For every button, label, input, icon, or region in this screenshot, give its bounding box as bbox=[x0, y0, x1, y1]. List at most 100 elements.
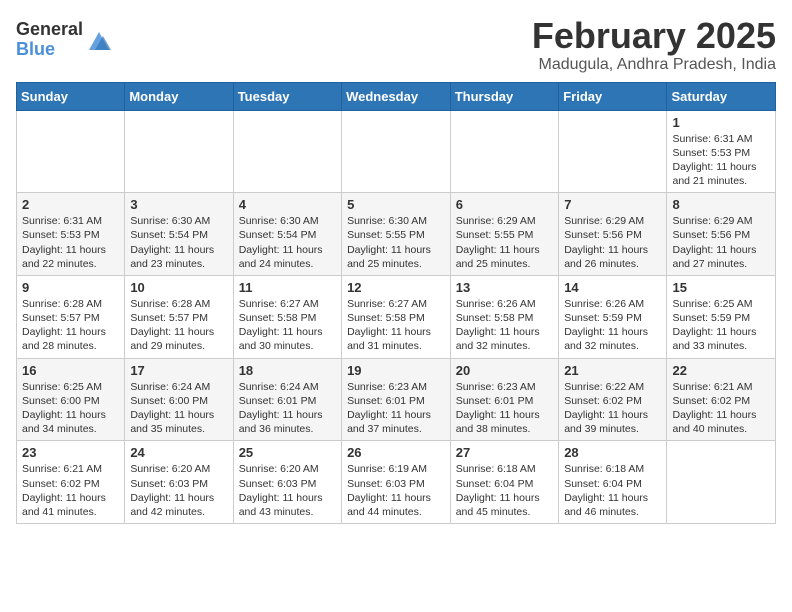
day-info: Sunrise: 6:26 AM Sunset: 5:58 PM Dayligh… bbox=[456, 297, 553, 354]
day-info: Sunrise: 6:20 AM Sunset: 6:03 PM Dayligh… bbox=[130, 462, 227, 519]
calendar-cell: 17 Sunrise: 6:24 AM Sunset: 6:00 PM Dayli… bbox=[125, 358, 233, 441]
day-number: 26 bbox=[347, 445, 445, 460]
subtitle: Madugula, Andhra Pradesh, India bbox=[532, 56, 776, 74]
day-number: 22 bbox=[672, 363, 770, 378]
calendar-cell: 18 Sunrise: 6:24 AM Sunset: 6:01 PM Dayli… bbox=[233, 358, 341, 441]
calendar-header-row: SundayMondayTuesdayWednesdayThursdayFrid… bbox=[17, 82, 776, 110]
day-number: 21 bbox=[564, 363, 661, 378]
day-number: 5 bbox=[347, 197, 445, 212]
day-number: 17 bbox=[130, 363, 227, 378]
calendar-header-sunday: Sunday bbox=[17, 82, 125, 110]
day-number: 10 bbox=[130, 280, 227, 295]
day-number: 14 bbox=[564, 280, 661, 295]
calendar-cell bbox=[233, 110, 341, 193]
main-title: February 2025 bbox=[532, 16, 776, 56]
day-info: Sunrise: 6:21 AM Sunset: 6:02 PM Dayligh… bbox=[672, 380, 770, 437]
day-info: Sunrise: 6:28 AM Sunset: 5:57 PM Dayligh… bbox=[22, 297, 119, 354]
day-info: Sunrise: 6:20 AM Sunset: 6:03 PM Dayligh… bbox=[239, 462, 336, 519]
calendar-cell: 14 Sunrise: 6:26 AM Sunset: 5:59 PM Dayli… bbox=[559, 275, 667, 358]
day-info: Sunrise: 6:27 AM Sunset: 5:58 PM Dayligh… bbox=[347, 297, 445, 354]
calendar-cell bbox=[559, 110, 667, 193]
day-number: 15 bbox=[672, 280, 770, 295]
calendar-cell bbox=[450, 110, 558, 193]
calendar-cell: 26 Sunrise: 6:19 AM Sunset: 6:03 PM Dayli… bbox=[342, 441, 451, 524]
day-number: 4 bbox=[239, 197, 336, 212]
day-info: Sunrise: 6:21 AM Sunset: 6:02 PM Dayligh… bbox=[22, 462, 119, 519]
day-info: Sunrise: 6:29 AM Sunset: 5:55 PM Dayligh… bbox=[456, 214, 553, 271]
logo: General Blue bbox=[16, 20, 113, 60]
day-number: 9 bbox=[22, 280, 119, 295]
day-number: 24 bbox=[130, 445, 227, 460]
calendar-cell bbox=[342, 110, 451, 193]
calendar-cell: 20 Sunrise: 6:23 AM Sunset: 6:01 PM Dayli… bbox=[450, 358, 558, 441]
calendar-header-saturday: Saturday bbox=[667, 82, 776, 110]
calendar-cell: 8 Sunrise: 6:29 AM Sunset: 5:56 PM Daylig… bbox=[667, 193, 776, 276]
day-number: 19 bbox=[347, 363, 445, 378]
day-number: 11 bbox=[239, 280, 336, 295]
calendar-week-row: 1 Sunrise: 6:31 AM Sunset: 5:53 PM Daylig… bbox=[17, 110, 776, 193]
calendar-cell bbox=[125, 110, 233, 193]
calendar-cell bbox=[17, 110, 125, 193]
day-info: Sunrise: 6:25 AM Sunset: 6:00 PM Dayligh… bbox=[22, 380, 119, 437]
calendar-cell: 15Sunrise: 6:25 AM Sunset: 5:59 PM Dayli… bbox=[667, 275, 776, 358]
calendar-cell bbox=[667, 441, 776, 524]
calendar-header-wednesday: Wednesday bbox=[342, 82, 451, 110]
logo-icon bbox=[85, 26, 113, 54]
day-info: Sunrise: 6:23 AM Sunset: 6:01 PM Dayligh… bbox=[456, 380, 553, 437]
calendar-cell: 4 Sunrise: 6:30 AM Sunset: 5:54 PM Daylig… bbox=[233, 193, 341, 276]
day-number: 27 bbox=[456, 445, 553, 460]
calendar-cell: 6Sunrise: 6:29 AM Sunset: 5:55 PM Daylig… bbox=[450, 193, 558, 276]
day-number: 23 bbox=[22, 445, 119, 460]
calendar-cell: 16 Sunrise: 6:25 AM Sunset: 6:00 PM Dayli… bbox=[17, 358, 125, 441]
day-number: 12 bbox=[347, 280, 445, 295]
title-section: February 2025 Madugula, Andhra Pradesh, … bbox=[532, 16, 776, 74]
calendar-cell: 11 Sunrise: 6:27 AM Sunset: 5:58 PM Dayli… bbox=[233, 275, 341, 358]
day-info: Sunrise: 6:31 AM Sunset: 5:53 PM Dayligh… bbox=[672, 132, 770, 189]
day-info: Sunrise: 6:29 AM Sunset: 5:56 PM Dayligh… bbox=[672, 214, 770, 271]
calendar-table: SundayMondayTuesdayWednesdayThursdayFrid… bbox=[16, 82, 776, 524]
calendar-week-row: 9 Sunrise: 6:28 AM Sunset: 5:57 PM Daylig… bbox=[17, 275, 776, 358]
calendar-cell: 22 Sunrise: 6:21 AM Sunset: 6:02 PM Dayli… bbox=[667, 358, 776, 441]
calendar-cell: 27 Sunrise: 6:18 AM Sunset: 6:04 PM Dayli… bbox=[450, 441, 558, 524]
day-number: 25 bbox=[239, 445, 336, 460]
day-info: Sunrise: 6:27 AM Sunset: 5:58 PM Dayligh… bbox=[239, 297, 336, 354]
day-info: Sunrise: 6:30 AM Sunset: 5:54 PM Dayligh… bbox=[130, 214, 227, 271]
calendar-cell: 3 Sunrise: 6:30 AM Sunset: 5:54 PM Daylig… bbox=[125, 193, 233, 276]
calendar-header-tuesday: Tuesday bbox=[233, 82, 341, 110]
day-number: 8 bbox=[672, 197, 770, 212]
calendar-cell: 12 Sunrise: 6:27 AM Sunset: 5:58 PM Dayli… bbox=[342, 275, 451, 358]
calendar-week-row: 2 Sunrise: 6:31 AM Sunset: 5:53 PM Daylig… bbox=[17, 193, 776, 276]
calendar-header-monday: Monday bbox=[125, 82, 233, 110]
day-info: Sunrise: 6:30 AM Sunset: 5:54 PM Dayligh… bbox=[239, 214, 336, 271]
calendar-cell: 7Sunrise: 6:29 AM Sunset: 5:56 PM Daylig… bbox=[559, 193, 667, 276]
day-info: Sunrise: 6:29 AM Sunset: 5:56 PM Dayligh… bbox=[564, 214, 661, 271]
logo-blue-text: Blue bbox=[16, 40, 83, 60]
calendar-week-row: 16 Sunrise: 6:25 AM Sunset: 6:00 PM Dayli… bbox=[17, 358, 776, 441]
calendar-cell: 24 Sunrise: 6:20 AM Sunset: 6:03 PM Dayli… bbox=[125, 441, 233, 524]
day-info: Sunrise: 6:26 AM Sunset: 5:59 PM Dayligh… bbox=[564, 297, 661, 354]
day-info: Sunrise: 6:24 AM Sunset: 6:00 PM Dayligh… bbox=[130, 380, 227, 437]
day-number: 16 bbox=[22, 363, 119, 378]
calendar-cell: 9 Sunrise: 6:28 AM Sunset: 5:57 PM Daylig… bbox=[17, 275, 125, 358]
calendar-cell: 13 Sunrise: 6:26 AM Sunset: 5:58 PM Dayli… bbox=[450, 275, 558, 358]
day-number: 1 bbox=[672, 115, 770, 130]
calendar-header-thursday: Thursday bbox=[450, 82, 558, 110]
calendar-cell: 1 Sunrise: 6:31 AM Sunset: 5:53 PM Daylig… bbox=[667, 110, 776, 193]
calendar-header-friday: Friday bbox=[559, 82, 667, 110]
day-number: 18 bbox=[239, 363, 336, 378]
day-info: Sunrise: 6:24 AM Sunset: 6:01 PM Dayligh… bbox=[239, 380, 336, 437]
calendar-cell: 23 Sunrise: 6:21 AM Sunset: 6:02 PM Dayli… bbox=[17, 441, 125, 524]
calendar-cell: 19Sunrise: 6:23 AM Sunset: 6:01 PM Dayli… bbox=[342, 358, 451, 441]
day-number: 3 bbox=[130, 197, 227, 212]
day-info: Sunrise: 6:19 AM Sunset: 6:03 PM Dayligh… bbox=[347, 462, 445, 519]
day-number: 28 bbox=[564, 445, 661, 460]
day-info: Sunrise: 6:31 AM Sunset: 5:53 PM Dayligh… bbox=[22, 214, 119, 271]
day-number: 2 bbox=[22, 197, 119, 212]
day-info: Sunrise: 6:22 AM Sunset: 6:02 PM Dayligh… bbox=[564, 380, 661, 437]
day-number: 20 bbox=[456, 363, 553, 378]
day-info: Sunrise: 6:18 AM Sunset: 6:04 PM Dayligh… bbox=[564, 462, 661, 519]
calendar-cell: 25 Sunrise: 6:20 AM Sunset: 6:03 PM Dayli… bbox=[233, 441, 341, 524]
day-number: 13 bbox=[456, 280, 553, 295]
day-info: Sunrise: 6:18 AM Sunset: 6:04 PM Dayligh… bbox=[456, 462, 553, 519]
calendar-cell: 28 Sunrise: 6:18 AM Sunset: 6:04 PM Dayli… bbox=[559, 441, 667, 524]
